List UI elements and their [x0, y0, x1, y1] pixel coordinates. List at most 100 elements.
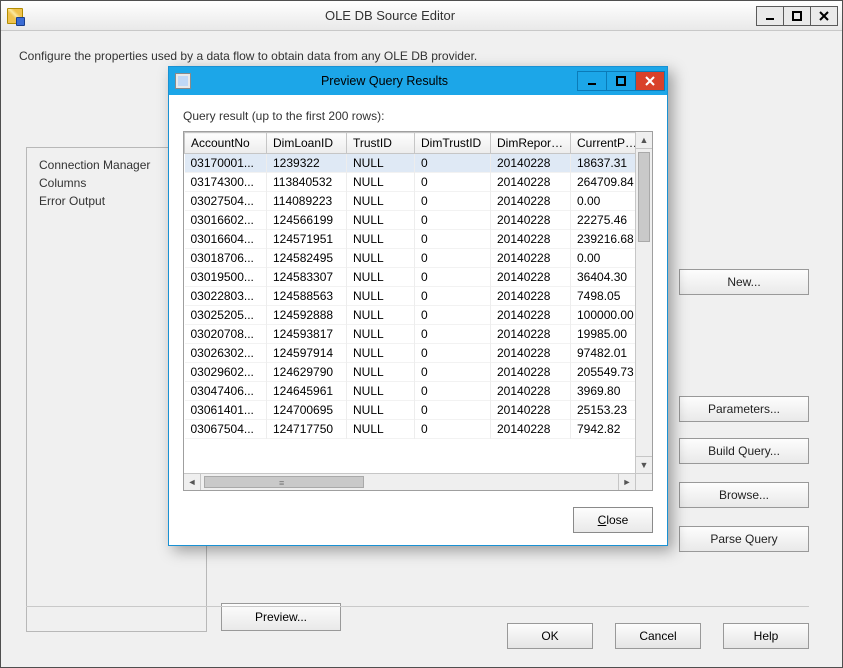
table-row[interactable]: 03174300...113840532NULL020140228264709.… — [185, 173, 636, 192]
parse-query-button[interactable]: Parse Query — [679, 526, 809, 552]
parent-minimize-button[interactable] — [756, 6, 784, 26]
table-cell: 03029602... — [185, 363, 267, 382]
scroll-left-arrow-icon[interactable]: ◄ — [184, 474, 201, 490]
col-header-currentpri[interactable]: CurrentPri... — [571, 133, 636, 154]
table-cell: 0 — [415, 268, 491, 287]
results-grid-container: AccountNo DimLoanID TrustID DimTrustID D… — [183, 131, 653, 491]
table-cell: NULL — [347, 154, 415, 173]
table-cell: 03027504... — [185, 192, 267, 211]
modal-close-button[interactable] — [635, 71, 665, 91]
table-row[interactable]: 03016604...124571951NULL020140228239216.… — [185, 230, 636, 249]
divider — [26, 606, 809, 607]
table-cell: 124588563 — [267, 287, 347, 306]
table-cell: NULL — [347, 173, 415, 192]
table-cell: NULL — [347, 363, 415, 382]
footer-buttons: OK Cancel Help — [507, 623, 809, 649]
col-header-accountno[interactable]: AccountNo — [185, 133, 267, 154]
table-row[interactable]: 03020708...124593817NULL02014022819985.0… — [185, 325, 636, 344]
parent-close-button[interactable] — [810, 6, 838, 26]
table-cell: NULL — [347, 268, 415, 287]
preview-button[interactable]: Preview... — [221, 603, 341, 631]
table-cell: 0 — [415, 306, 491, 325]
table-cell: 124597914 — [267, 344, 347, 363]
table-cell: 100000.00 — [571, 306, 636, 325]
table-cell: 124582495 — [267, 249, 347, 268]
parent-titlebar[interactable]: OLE DB Source Editor — [1, 1, 842, 31]
table-cell: 20140228 — [491, 173, 571, 192]
table-cell: 97482.01 — [571, 344, 636, 363]
table-cell: 0 — [415, 287, 491, 306]
table-cell: 20140228 — [491, 401, 571, 420]
scroll-down-arrow-icon[interactable]: ▼ — [636, 456, 652, 473]
table-cell: 0 — [415, 420, 491, 439]
help-button[interactable]: Help — [723, 623, 809, 649]
table-row[interactable]: 03029602...124629790NULL020140228205549.… — [185, 363, 636, 382]
results-table: AccountNo DimLoanID TrustID DimTrustID D… — [184, 132, 635, 439]
table-cell: 1239322 — [267, 154, 347, 173]
scroll-up-arrow-icon[interactable]: ▲ — [636, 132, 652, 149]
col-header-dimreporting[interactable]: DimReporti... — [491, 133, 571, 154]
table-row[interactable]: 03026302...124597914NULL02014022897482.0… — [185, 344, 636, 363]
table-cell: 20140228 — [491, 344, 571, 363]
table-cell: 20140228 — [491, 211, 571, 230]
vertical-scrollbar[interactable]: ▲ ▼ — [635, 132, 652, 473]
table-cell: 0 — [415, 401, 491, 420]
table-cell: 0 — [415, 230, 491, 249]
preview-results-dialog: Preview Query Results Query result (up t… — [168, 66, 668, 546]
new-button[interactable]: New... — [679, 269, 809, 295]
table-cell: 20140228 — [491, 382, 571, 401]
table-row[interactable]: 03061401...124700695NULL02014022825153.2… — [185, 401, 636, 420]
cancel-button[interactable]: Cancel — [615, 623, 701, 649]
table-cell: 113840532 — [267, 173, 347, 192]
table-cell: 03019500... — [185, 268, 267, 287]
table-row[interactable]: 03047406...124645961NULL0201402283969.80 — [185, 382, 636, 401]
modal-titlebar[interactable]: Preview Query Results — [169, 67, 667, 95]
horizontal-scroll-thumb[interactable]: ≡ — [204, 476, 364, 488]
vertical-scroll-thumb[interactable] — [638, 152, 650, 242]
table-cell: 20140228 — [491, 287, 571, 306]
modal-title: Preview Query Results — [191, 74, 578, 88]
table-cell: 03026302... — [185, 344, 267, 363]
table-cell: 20140228 — [491, 306, 571, 325]
table-row[interactable]: 03018706...124582495NULL0201402280.00 — [185, 249, 636, 268]
build-query-button[interactable]: Build Query... — [679, 438, 809, 464]
modal-minimize-button[interactable] — [577, 71, 607, 91]
table-row[interactable]: 03025205...124592888NULL020140228100000.… — [185, 306, 636, 325]
modal-maximize-button[interactable] — [606, 71, 636, 91]
col-header-dimloanid[interactable]: DimLoanID — [267, 133, 347, 154]
close-button[interactable]: Close — [573, 507, 653, 533]
table-cell: 20140228 — [491, 363, 571, 382]
table-row[interactable]: 03170001...1239322NULL02014022818637.31 — [185, 154, 636, 173]
ok-button[interactable]: OK — [507, 623, 593, 649]
table-cell: 114089223 — [267, 192, 347, 211]
col-header-trustid[interactable]: TrustID — [347, 133, 415, 154]
table-cell: 7498.05 — [571, 287, 636, 306]
table-row[interactable]: 03027504...114089223NULL0201402280.00 — [185, 192, 636, 211]
horizontal-scrollbar[interactable]: ◄ ≡ ► — [184, 473, 635, 490]
table-cell: 20140228 — [491, 154, 571, 173]
results-grid[interactable]: AccountNo DimLoanID TrustID DimTrustID D… — [184, 132, 635, 473]
table-cell: 20140228 — [491, 268, 571, 287]
table-cell: 20140228 — [491, 325, 571, 344]
table-row[interactable]: 03016602...124566199NULL02014022822275.4… — [185, 211, 636, 230]
browse-button[interactable]: Browse... — [679, 482, 809, 508]
modal-footer: Close — [183, 507, 653, 533]
table-cell: 0 — [415, 382, 491, 401]
table-cell: 124593817 — [267, 325, 347, 344]
col-header-dimtrustid[interactable]: DimTrustID — [415, 133, 491, 154]
table-cell: 124571951 — [267, 230, 347, 249]
table-cell: 20140228 — [491, 249, 571, 268]
table-cell: 03016604... — [185, 230, 267, 249]
table-row[interactable]: 03022803...124588563NULL0201402287498.05 — [185, 287, 636, 306]
parent-maximize-button[interactable] — [783, 6, 811, 26]
parameters-button[interactable]: Parameters... — [679, 396, 809, 422]
modal-titlebar-buttons — [578, 71, 665, 91]
table-row[interactable]: 03067504...124717750NULL0201402287942.82 — [185, 420, 636, 439]
table-cell: 7942.82 — [571, 420, 636, 439]
table-cell: 03020708... — [185, 325, 267, 344]
dialog-icon — [175, 73, 191, 89]
table-row[interactable]: 03019500...124583307NULL02014022836404.3… — [185, 268, 636, 287]
table-cell: 03018706... — [185, 249, 267, 268]
table-cell: 264709.84 — [571, 173, 636, 192]
scroll-right-arrow-icon[interactable]: ► — [618, 474, 635, 490]
